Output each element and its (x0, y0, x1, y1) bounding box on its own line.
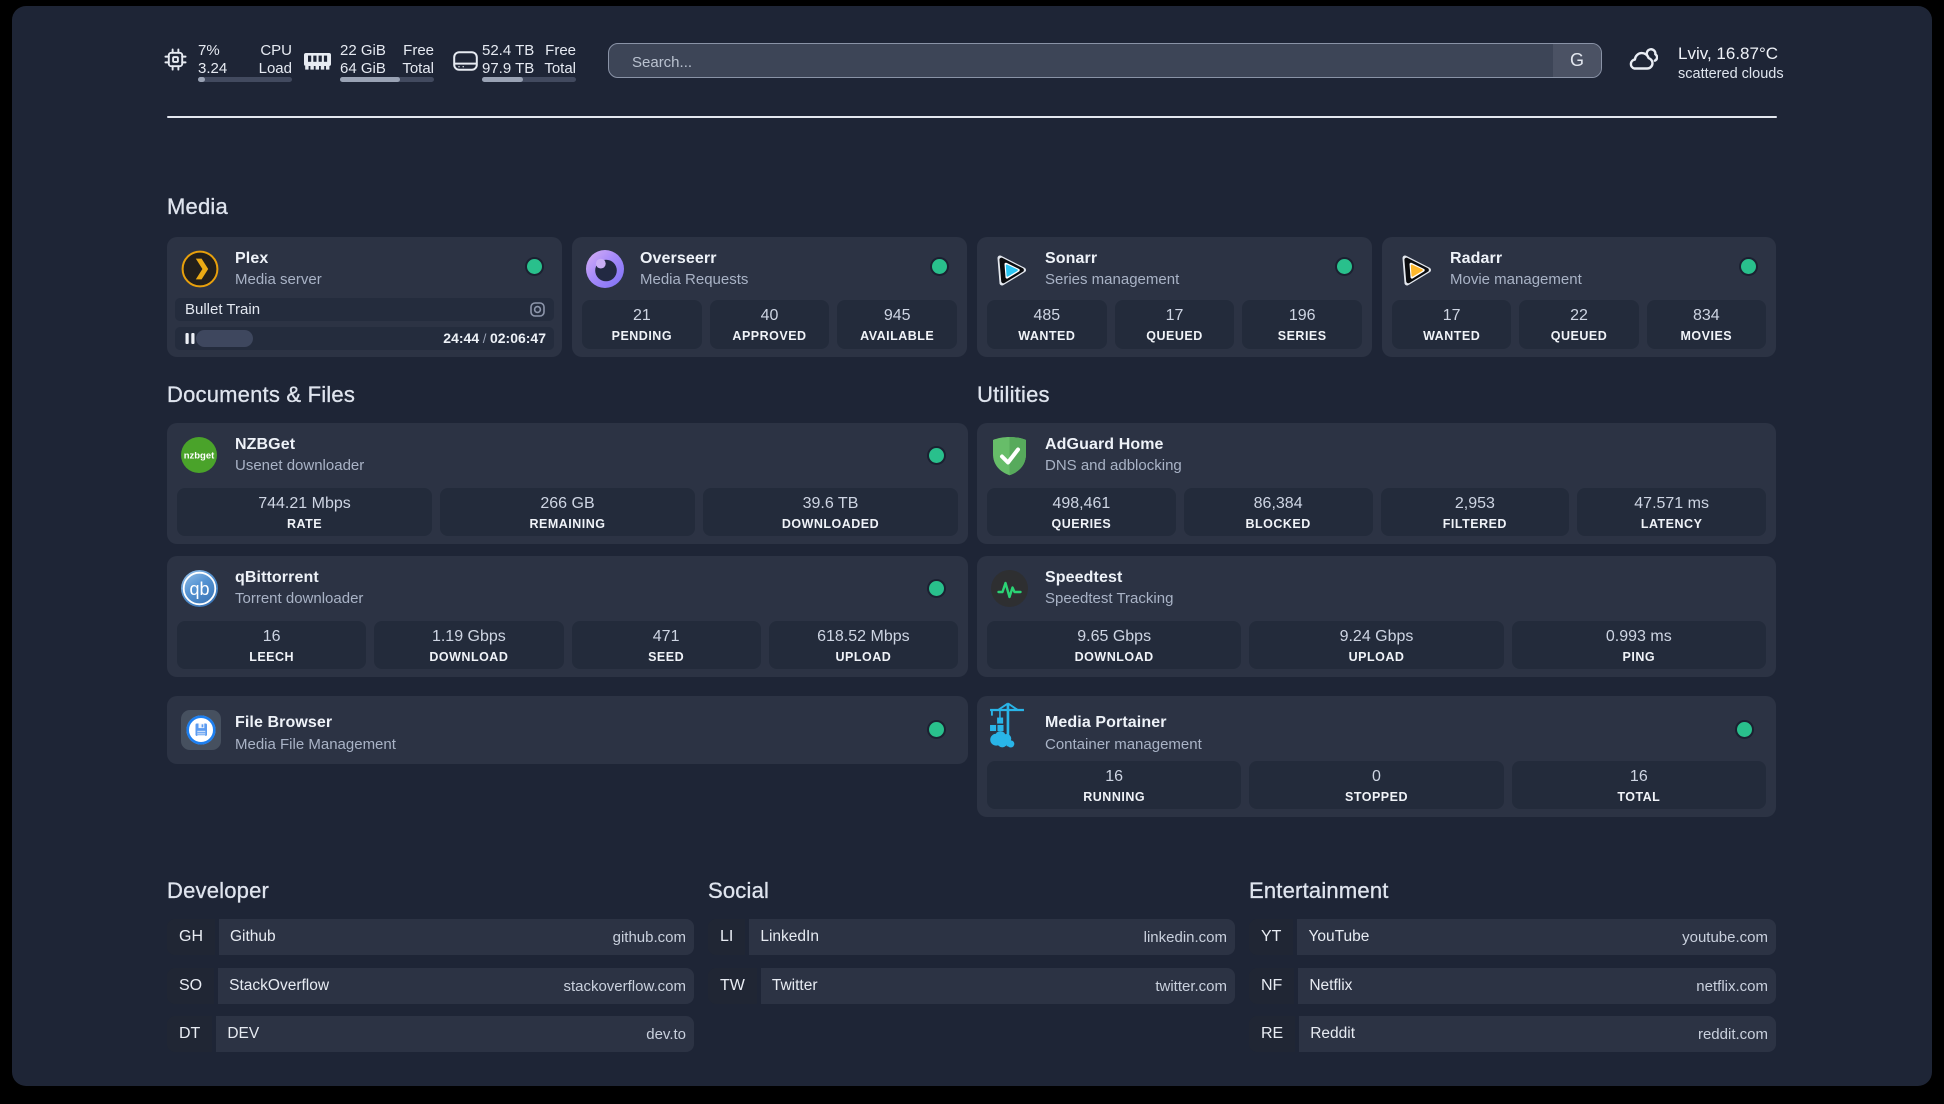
svg-text:qb: qb (189, 579, 209, 599)
svg-text:nzbget: nzbget (184, 451, 215, 462)
